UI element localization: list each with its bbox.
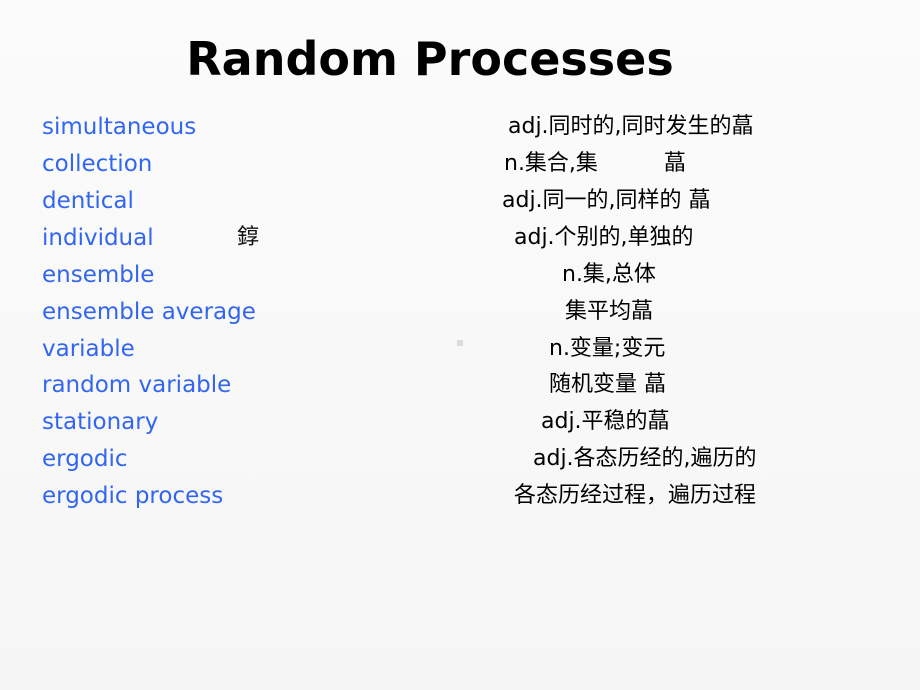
term-ergodic-process: ergodic process <box>42 483 224 509</box>
placeholder-dot <box>457 340 463 346</box>
definition-dentical: adj.同一的,同样的 蕌 <box>502 188 711 213</box>
definition-individual: adj.个别的,单独的 <box>514 225 694 250</box>
term-variable: variable <box>42 336 135 362</box>
definition-ensemble: n.集,总体 <box>562 262 656 287</box>
term-collection: collection <box>42 151 153 177</box>
definition-simultaneous: adj.同时的,同时发生的蕌 <box>508 114 754 139</box>
definition-ergodic-process: 各态历经过程，遍历过程 <box>514 483 757 508</box>
definition-variable: n.变量;变元 <box>549 336 666 361</box>
definition-random-variable: 随机变量 蕌 <box>549 372 666 397</box>
definition-stationary: adj.平稳的蕌 <box>541 409 670 434</box>
term-ensemble: ensemble <box>42 262 155 288</box>
term-ergodic: ergodic <box>42 446 128 472</box>
term-individual: individual <box>42 225 154 251</box>
term-stationary: stationary <box>42 409 159 435</box>
definition-ergodic: adj.各态历经的,遍历的 <box>533 446 757 471</box>
term-dentical: dentical <box>42 188 134 214</box>
term-ensemble-average: ensemble average <box>42 299 256 325</box>
definition-ensemble-average: 集平均蕌 <box>565 299 654 324</box>
term-random-variable: random variable <box>42 372 232 398</box>
definition-collection: n.集合,集 蕌 <box>504 151 686 176</box>
term-simultaneous: simultaneous <box>42 114 197 140</box>
slide-title: Random Processes <box>186 32 674 86</box>
stray-glyph: 錞 <box>237 225 260 250</box>
